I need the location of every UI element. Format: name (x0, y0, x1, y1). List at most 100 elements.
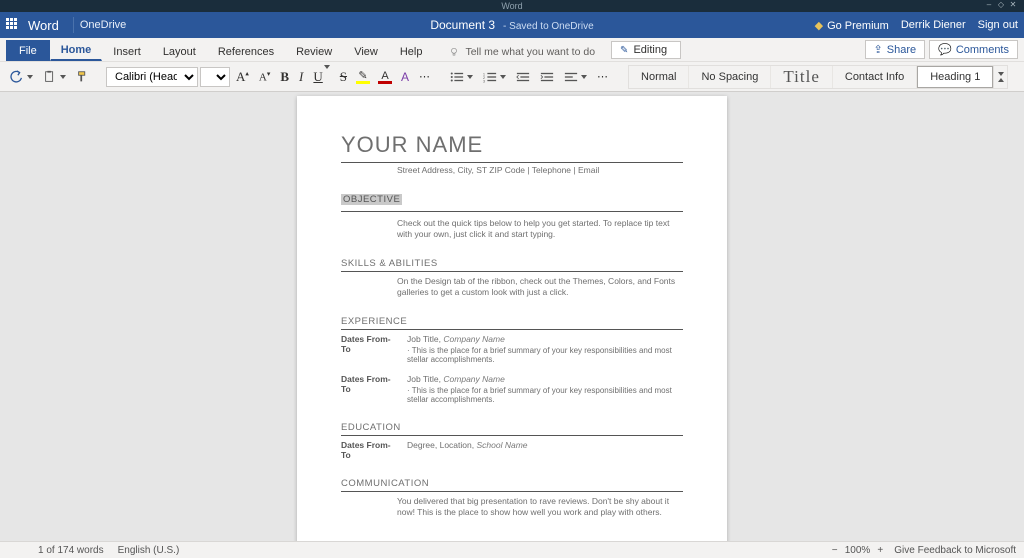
chevron-down-icon (27, 75, 33, 79)
section-experience-title[interactable]: EXPERIENCE (341, 316, 683, 330)
paste-button[interactable] (39, 68, 70, 86)
align-left-button[interactable] (560, 68, 591, 86)
tab-references[interactable]: References (207, 41, 285, 61)
share-icon: ⇪ (874, 43, 883, 56)
increase-indent-button[interactable] (536, 68, 558, 86)
section-communication-title[interactable]: COMMUNICATION (341, 478, 683, 492)
chevron-down-icon (581, 75, 587, 79)
go-premium-link[interactable]: Go Premium (815, 19, 889, 32)
objective-body[interactable]: Check out the quick tips below to help y… (397, 218, 683, 240)
tell-me-search[interactable]: Tell me what you want to do (443, 43, 601, 61)
chevron-down-icon (60, 75, 66, 79)
chevron-down-icon (467, 75, 473, 79)
save-status: - Saved to OneDrive (503, 21, 594, 32)
editing-mode-label: Editing (633, 44, 667, 56)
document-page[interactable]: YOUR NAME Street Address, City, ST ZIP C… (297, 96, 727, 541)
app-launcher-icon[interactable] (6, 18, 20, 32)
app-name[interactable]: Word (28, 18, 59, 33)
feedback-link[interactable]: Give Feedback to Microsoft (894, 545, 1016, 556)
word-count[interactable]: 1 of 174 words (38, 545, 104, 556)
style-contact-info[interactable]: Contact Info (833, 66, 917, 88)
section-objective-title[interactable]: OBJECTIVE (341, 194, 402, 205)
education-line[interactable]: Degree, Location, (407, 440, 474, 450)
shrink-font-button[interactable]: A▾ (255, 68, 274, 86)
style-heading-1[interactable]: Heading 1 (917, 66, 993, 88)
chevron-down-icon (500, 75, 506, 79)
grow-font-button[interactable]: A▴ (232, 67, 253, 87)
skills-body[interactable]: On the Design tab of the ribbon, check o… (397, 276, 683, 298)
styles-more-button[interactable] (993, 66, 1007, 88)
zoom-out-button[interactable]: − (829, 545, 841, 556)
experience-body-1[interactable]: · This is the place for a brief summary … (407, 386, 683, 404)
maximize-icon[interactable]: ◇ (996, 0, 1006, 10)
tab-help[interactable]: Help (389, 41, 434, 61)
numbering-button[interactable]: 123 (479, 68, 510, 86)
app-header: Word OneDrive Document 3 - Saved to OneD… (0, 12, 1024, 38)
education-dates[interactable]: Dates From-To (341, 440, 397, 460)
tab-insert[interactable]: Insert (102, 41, 152, 61)
experience-dates-1[interactable]: Dates From-To (341, 374, 397, 404)
comment-icon: 💬 (938, 43, 952, 56)
style-title[interactable]: Title (771, 66, 833, 88)
clear-formatting-button[interactable]: A (397, 68, 413, 86)
zoom-level[interactable]: 100% (845, 545, 871, 556)
strikethrough-button[interactable]: S (336, 67, 351, 87)
share-button[interactable]: ⇪ Share (865, 40, 926, 59)
tab-file[interactable]: File (6, 40, 50, 61)
document-canvas[interactable]: YOUR NAME Street Address, City, ST ZIP C… (0, 92, 1024, 541)
style-normal[interactable]: Normal (629, 66, 689, 88)
more-font-options[interactable]: ⋯ (415, 68, 434, 85)
tab-review[interactable]: Review (285, 41, 343, 61)
communication-body[interactable]: You delivered that big presentation to r… (397, 496, 683, 518)
resume-name-heading[interactable]: YOUR NAME (341, 132, 683, 163)
service-label[interactable]: OneDrive (80, 19, 126, 31)
tab-home[interactable]: Home (50, 39, 103, 61)
svg-text:3: 3 (483, 79, 485, 83)
os-titlebar: Word – ◇ ✕ (0, 0, 1024, 12)
style-no-spacing[interactable]: No Spacing (689, 66, 771, 88)
document-title[interactable]: Document 3 (430, 18, 495, 32)
experience-job-title-0[interactable]: Job Title, (407, 334, 441, 344)
section-education-title[interactable]: EDUCATION (341, 422, 683, 436)
comments-label: Comments (956, 44, 1009, 56)
education-school[interactable]: School Name (476, 440, 527, 450)
experience-company-0[interactable]: Company Name (443, 334, 504, 344)
os-app-label: Word (501, 1, 522, 11)
zoom-in-button[interactable]: + (874, 545, 886, 556)
styles-gallery: Normal No Spacing Title Contact Info Hea… (628, 65, 1008, 89)
bold-button[interactable]: B (276, 67, 293, 87)
tell-me-placeholder: Tell me what you want to do (465, 46, 595, 58)
share-label: Share (887, 44, 916, 56)
close-icon[interactable]: ✕ (1008, 0, 1018, 10)
user-name[interactable]: Derrik Diener (901, 19, 966, 31)
pencil-icon: ✎ (620, 45, 628, 56)
tab-layout[interactable]: Layout (152, 41, 207, 61)
experience-job-title-1[interactable]: Job Title, (407, 374, 441, 384)
section-skills-title[interactable]: SKILLS & ABILITIES (341, 258, 683, 272)
bullets-button[interactable] (446, 68, 477, 86)
underline-button[interactable]: U (309, 67, 333, 87)
experience-company-1[interactable]: Company Name (443, 374, 504, 384)
highlight-color-button[interactable]: ✎ (353, 67, 373, 86)
ribbon-tabs: File Home Insert Layout References Revie… (0, 38, 1024, 62)
minimize-icon[interactable]: – (984, 0, 994, 10)
highlight-swatch (356, 81, 370, 84)
ribbon-toolbar: Calibri (Heading… 13 A▴ A▾ B I U S ✎ A A… (0, 62, 1024, 92)
editing-mode-button[interactable]: ✎ Editing (611, 41, 681, 59)
sign-out-link[interactable]: Sign out (978, 19, 1018, 31)
undo-button[interactable] (6, 68, 37, 86)
decrease-indent-button[interactable] (512, 68, 534, 86)
font-size-select[interactable]: 13 (200, 67, 230, 87)
tab-view[interactable]: View (343, 41, 389, 61)
format-painter-button[interactable] (72, 68, 94, 86)
comments-button[interactable]: 💬 Comments (929, 40, 1018, 59)
font-color-button[interactable]: A (375, 68, 395, 86)
experience-dates-0[interactable]: Dates From-To (341, 334, 397, 364)
italic-button[interactable]: I (295, 67, 307, 87)
language-status[interactable]: English (U.S.) (118, 545, 180, 556)
contact-line[interactable]: Street Address, City, ST ZIP Code | Tele… (397, 165, 683, 175)
lightbulb-icon (449, 47, 459, 57)
font-name-select[interactable]: Calibri (Heading… (106, 67, 198, 87)
experience-body-0[interactable]: · This is the place for a brief summary … (407, 346, 683, 364)
more-paragraph-options[interactable]: ⋯ (593, 68, 612, 85)
